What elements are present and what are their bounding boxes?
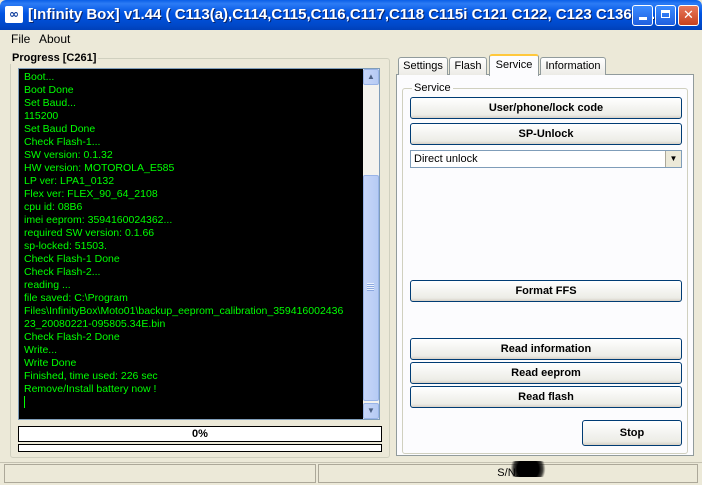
log-line: Files\InfinityBox\Moto01\backup_eeprom_c… (24, 305, 344, 317)
log-line: Check Flash-1... (24, 136, 101, 148)
sp-unlock-button[interactable]: SP-Unlock (410, 123, 682, 145)
log-line: imei eeprom: 3594160024362... (24, 214, 173, 226)
window-title: [Infinity Box] v1.44 ( C113(a),C114,C115… (28, 6, 660, 23)
log-scrollbar[interactable]: ▲ ▼ (363, 69, 379, 419)
grip-icon (367, 283, 374, 291)
log-line: LP ver: LPA1_0132 (24, 175, 115, 187)
menu-about[interactable]: About (39, 32, 70, 46)
log-line: SW version: 0.1.32 (24, 149, 113, 161)
read-eeprom-button[interactable]: Read eeprom (410, 362, 682, 384)
log-console[interactable]: Boot... Boot Done Set Baud... 115200 Set Bau… (18, 68, 380, 420)
user-phone-lock-code-button[interactable]: User/phone/lock code (410, 97, 682, 119)
progress-percent: 0% (192, 428, 208, 440)
log-line: Write... (24, 344, 58, 356)
tab-settings[interactable]: Settings (398, 57, 448, 75)
log-text: Boot... Boot Done Set Baud... 115200 Set Bau… (24, 71, 364, 409)
minimize-icon[interactable] (632, 5, 653, 26)
tab-flash[interactable]: Flash (449, 57, 487, 75)
scroll-down-icon[interactable]: ▼ (363, 403, 379, 419)
maximize-icon[interactable] (655, 5, 676, 26)
menu-file[interactable]: File (11, 32, 30, 46)
log-line: file saved: C:\Program (24, 292, 128, 304)
log-line: Write Done (24, 357, 77, 369)
log-line: Check Flash-2... (24, 266, 101, 278)
log-line: reading ... (24, 279, 71, 291)
format-ffs-button[interactable]: Format FFS (410, 280, 682, 302)
log-line: Remove/Install battery now ! (24, 383, 157, 395)
secondary-progress-bar (18, 444, 382, 452)
read-information-button[interactable]: Read information (410, 338, 682, 360)
service-group-title: Service (412, 82, 453, 94)
stop-button[interactable]: Stop (582, 420, 682, 446)
log-line: Set Baud Done (24, 123, 96, 135)
close-icon[interactable]: ✕ (678, 5, 699, 26)
redaction-blot (505, 461, 551, 477)
log-line: Boot... (24, 71, 55, 83)
log-line: Check Flash-1 Done (24, 253, 120, 265)
log-line: Boot Done (24, 84, 74, 96)
progress-bar: 0% (18, 426, 382, 442)
chevron-down-icon[interactable]: ▼ (665, 151, 681, 167)
log-line: HW version: MOTOROLA_E585 (24, 162, 175, 174)
tab-service[interactable]: Service (489, 54, 539, 76)
title-bar: ∞ [Infinity Box] v1.44 ( C113(a),C114,C1… (0, 0, 702, 30)
menu-bar: File About (0, 30, 702, 48)
log-line: Set Baud... (24, 97, 76, 109)
log-line: sp-locked: 51503. (24, 240, 107, 252)
unlock-mode-value: Direct unlock (414, 153, 478, 165)
read-flash-button[interactable]: Read flash (410, 386, 682, 408)
unlock-mode-select[interactable]: Direct unlock ▼ (410, 150, 682, 168)
log-line: 23_20080221-095805.34E.bin (24, 318, 166, 330)
log-line: Flex ver: FLEX_90_64_2108 (24, 188, 158, 200)
tab-information[interactable]: Information (540, 57, 606, 75)
progress-group-title: Progress [C261] (10, 52, 99, 64)
log-line: required SW version: 0.1.66 (24, 227, 155, 239)
log-line: Finished, time used: 226 sec (24, 370, 158, 382)
status-cell-left (4, 464, 316, 483)
log-line: Check Flash-2 Done (24, 331, 120, 343)
scroll-up-icon[interactable]: ▲ (363, 69, 379, 85)
status-bar: S/N: (0, 462, 702, 485)
log-line: cpu id: 08B6 (24, 201, 83, 213)
log-cursor (24, 396, 364, 409)
log-line: 115200 (24, 110, 59, 122)
infinity-icon: ∞ (5, 6, 23, 23)
